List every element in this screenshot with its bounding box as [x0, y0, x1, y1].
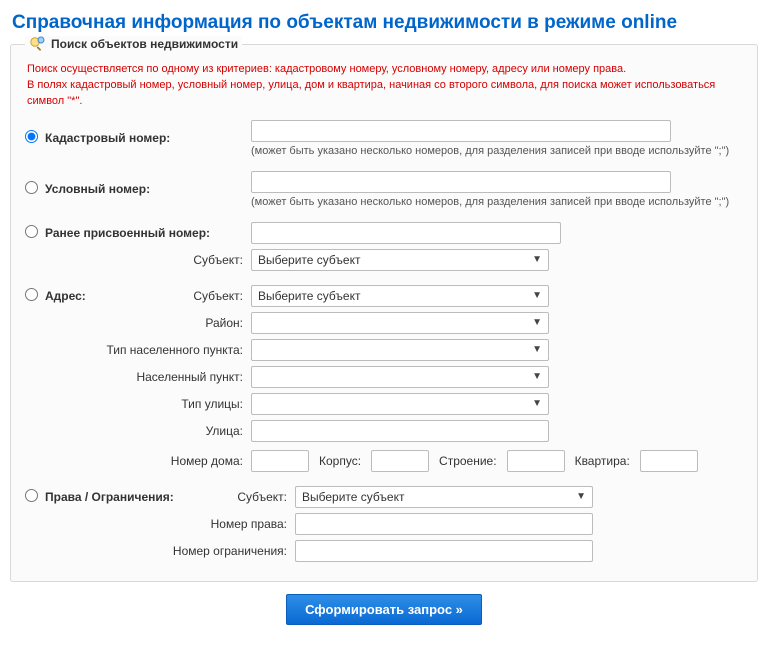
select-value: Выберите субъект — [302, 490, 404, 504]
chevron-down-icon: ▼ — [532, 344, 542, 355]
input-restriction-no[interactable] — [295, 540, 593, 562]
select-street-type[interactable]: ▼ — [251, 393, 549, 415]
input-cadastral-number[interactable] — [251, 120, 671, 142]
select-previous-subject[interactable]: Выберите субъект ▼ — [251, 249, 549, 271]
label-rights-subject: Субъект: — [174, 490, 287, 504]
radio-cadastral[interactable] — [25, 130, 38, 143]
select-address-district[interactable]: ▼ — [251, 312, 549, 334]
input-street[interactable] — [251, 420, 549, 442]
label-conditional: Условный номер: — [45, 182, 150, 196]
input-conditional-number[interactable] — [251, 171, 671, 193]
search-hint: Поиск осуществляется по одному из критер… — [27, 62, 743, 110]
label-street-type: Тип улицы: — [181, 397, 243, 411]
label-flat: Квартира: — [575, 454, 630, 468]
select-value: Выберите субъект — [258, 253, 360, 267]
row-previous-subject: Субъект: Выберите субъект ▼ — [25, 249, 743, 271]
select-address-subject[interactable]: Выберите субъект ▼ — [251, 285, 549, 307]
row-previous: Ранее присвоенный номер: — [25, 222, 743, 244]
select-value: Выберите субъект — [258, 289, 360, 303]
input-house[interactable] — [251, 450, 309, 472]
input-structure[interactable] — [507, 450, 565, 472]
select-settlement[interactable]: ▼ — [251, 366, 549, 388]
note-conditional: (может быть указано несколько номеров, д… — [251, 196, 743, 208]
label-address-subject: Субъект: — [86, 289, 243, 303]
chevron-down-icon: ▼ — [532, 317, 542, 328]
input-previous-number[interactable] — [251, 222, 561, 244]
input-building[interactable] — [371, 450, 429, 472]
label-cadastral: Кадастровый номер: — [45, 131, 170, 145]
label-address-district: Район: — [205, 316, 243, 330]
search-icon — [29, 36, 45, 52]
radio-previous[interactable] — [25, 225, 38, 238]
label-settlement-type: Тип населенного пункта: — [106, 343, 243, 357]
input-flat[interactable] — [640, 450, 698, 472]
label-settlement: Населенный пункт: — [136, 370, 243, 384]
legend-text: Поиск объектов недвижимости — [51, 37, 238, 51]
fieldset-legend: Поиск объектов недвижимости — [25, 36, 242, 52]
select-rights-subject[interactable]: Выберите субъект ▼ — [295, 486, 593, 508]
input-right-no[interactable] — [295, 513, 593, 535]
chevron-down-icon: ▼ — [532, 254, 542, 265]
hint-line: Поиск осуществляется по одному из критер… — [27, 62, 743, 78]
label-restriction-no: Номер ограничения: — [173, 544, 287, 558]
label-building: Корпус: — [319, 454, 361, 468]
note-cadastral: (может быть указано несколько номеров, д… — [251, 145, 743, 157]
radio-address[interactable] — [25, 288, 38, 301]
label-previous: Ранее присвоенный номер: — [45, 226, 210, 240]
label-street: Улица: — [206, 424, 243, 438]
search-fieldset: Поиск объектов недвижимости Поиск осущес… — [10, 44, 758, 582]
row-conditional: Условный номер: (может быть указано неск… — [25, 171, 743, 208]
chevron-down-icon: ▼ — [532, 371, 542, 382]
row-cadastral: Кадастровый номер: (может быть указано н… — [25, 120, 743, 157]
row-rights: Права / Ограничения: Субъект: Выберите с… — [25, 486, 743, 508]
label-address: Адрес: — [45, 289, 86, 303]
label-rights: Права / Ограничения: — [45, 490, 174, 504]
label-structure: Строение: — [439, 454, 497, 468]
radio-rights[interactable] — [25, 489, 38, 502]
hint-line: В полях кадастровый номер, условный номе… — [27, 78, 743, 110]
row-address: Адрес: Субъект: Выберите субъект ▼ — [25, 285, 743, 307]
label-previous-subject: Субъект: — [193, 253, 243, 267]
chevron-down-icon: ▼ — [576, 491, 586, 502]
select-settlement-type[interactable]: ▼ — [251, 339, 549, 361]
page-title: Справочная информация по объектам недвиж… — [12, 12, 758, 34]
submit-button[interactable]: Сформировать запрос » — [286, 594, 482, 625]
chevron-down-icon: ▼ — [532, 398, 542, 409]
label-right-no: Номер права: — [211, 517, 287, 531]
chevron-down-icon: ▼ — [532, 290, 542, 301]
label-house: Номер дома: — [171, 454, 243, 468]
radio-conditional[interactable] — [25, 181, 38, 194]
